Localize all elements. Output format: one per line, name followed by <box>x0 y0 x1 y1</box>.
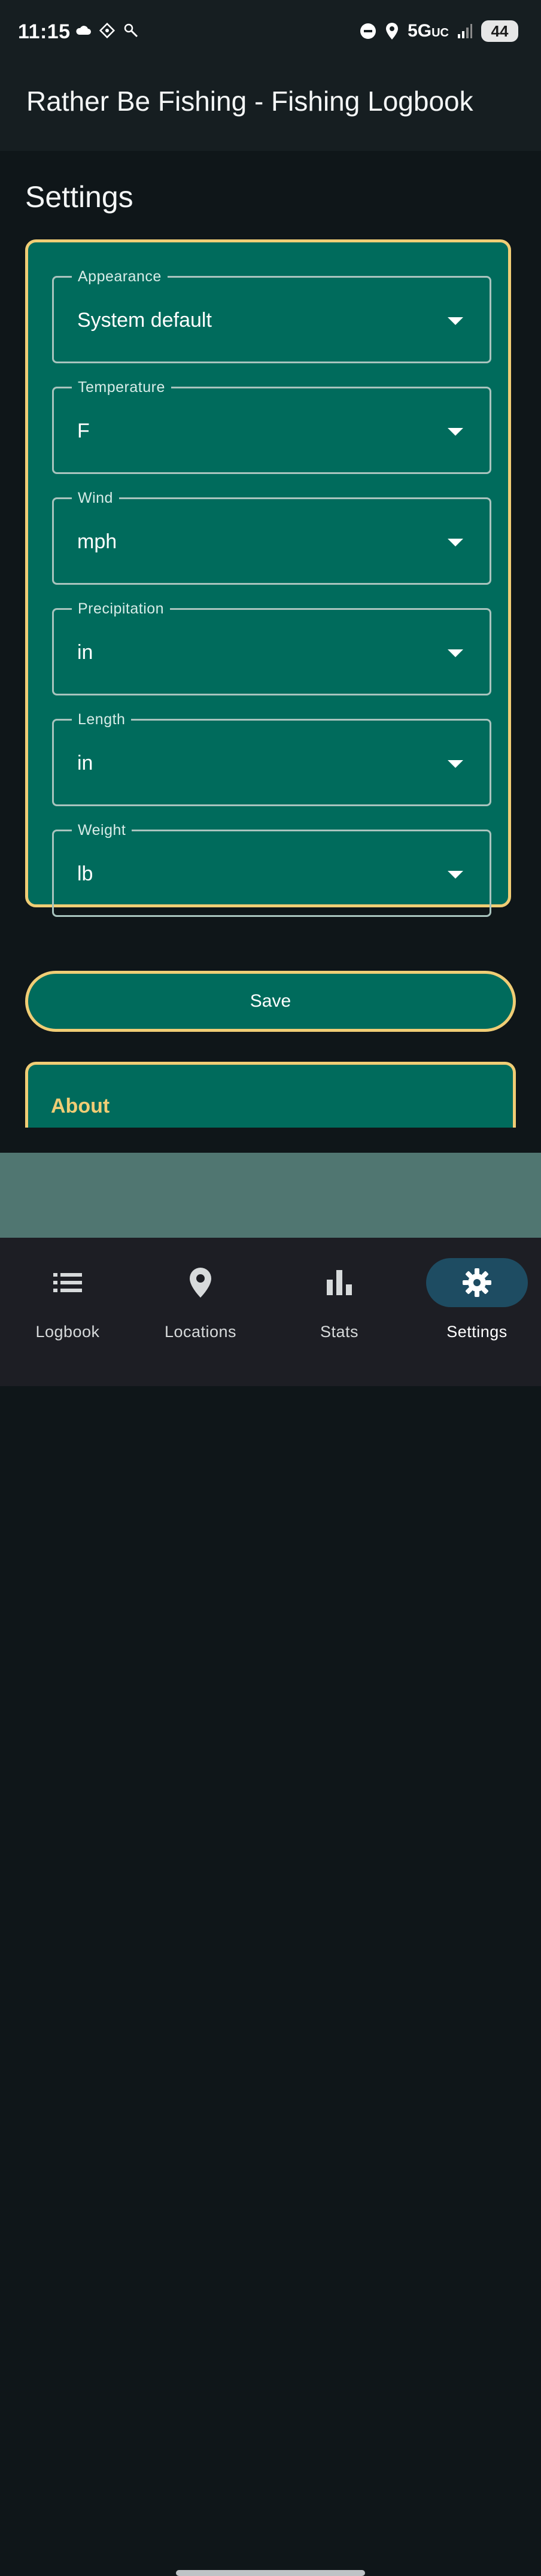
network-label: 5GUC <box>408 21 449 41</box>
dnd-icon <box>360 23 376 39</box>
bottom-navigation: Logbook Locations Stats Settings <box>0 1238 541 2576</box>
caret-down-icon <box>448 871 463 879</box>
caret-down-icon <box>448 428 463 436</box>
caret-down-icon <box>448 649 463 657</box>
signal-icon <box>458 24 472 38</box>
nav-label-stats: Stats <box>320 1323 359 1341</box>
nav-item-logbook[interactable]: Logbook <box>0 1238 135 1357</box>
wind-select[interactable]: Wind mph <box>52 488 491 585</box>
length-label: Length <box>72 710 132 729</box>
status-right: 5GUC 44 <box>360 20 518 42</box>
wind-label: Wind <box>72 488 119 508</box>
page-title: Settings <box>25 180 133 214</box>
nav-item-stats[interactable]: Stats <box>272 1238 407 1357</box>
temperature-label: Temperature <box>72 378 171 397</box>
appearance-value: System default <box>77 309 212 332</box>
settings-content[interactable]: Settings Appearance System default Tempe… <box>0 151 541 1128</box>
location-icon <box>386 23 399 40</box>
precipitation-select[interactable]: Precipitation in <box>52 599 491 695</box>
app-icon <box>99 22 116 39</box>
list-icon <box>53 1273 82 1292</box>
nav-icon-container <box>288 1258 390 1307</box>
banner-area <box>0 1153 541 1238</box>
status-time: 11:15 <box>18 20 71 43</box>
nav-icon-container-active <box>426 1258 528 1307</box>
nav-icon-container <box>17 1258 118 1307</box>
bar-chart-icon <box>327 1270 352 1295</box>
home-indicator[interactable] <box>176 2570 365 2576</box>
nav-item-settings[interactable]: Settings <box>409 1238 541 1357</box>
nav-label-locations: Locations <box>164 1323 237 1341</box>
nav-label-settings: Settings <box>446 1323 507 1341</box>
nav-label-logbook: Logbook <box>35 1323 100 1341</box>
precipitation-label: Precipitation <box>72 599 171 618</box>
save-button[interactable]: Save <box>25 971 516 1032</box>
weight-value: lb <box>77 862 93 885</box>
app-title: Rather Be Fishing - Fishing Logbook <box>26 86 473 117</box>
wind-value: mph <box>77 530 117 553</box>
weight-select[interactable]: Weight lb <box>52 821 491 917</box>
cloud-icon <box>76 26 91 35</box>
caret-down-icon <box>448 760 463 768</box>
status-left-icons <box>74 22 140 40</box>
settings-card: Appearance System default Temperature F … <box>25 239 511 917</box>
flashlight-icon <box>124 23 138 38</box>
length-value: in <box>77 752 93 774</box>
caret-down-icon <box>448 539 463 546</box>
length-select[interactable]: Length in <box>52 710 491 806</box>
precipitation-value: in <box>77 641 93 664</box>
network-suffix: UC <box>431 26 449 40</box>
weight-label: Weight <box>72 821 132 840</box>
temperature-select[interactable]: Temperature F <box>52 378 491 474</box>
about-title: About <box>51 1095 110 1117</box>
battery-level: 44 <box>491 22 509 40</box>
battery-icon: 44 <box>481 20 518 42</box>
nav-icon-container <box>150 1258 251 1307</box>
app-header: Rather Be Fishing - Fishing Logbook <box>0 66 541 151</box>
gear-icon <box>463 1268 491 1297</box>
nav-item-locations[interactable]: Locations <box>133 1238 268 1357</box>
location-pin-icon <box>190 1268 211 1298</box>
temperature-value: F <box>77 420 90 442</box>
appearance-label: Appearance <box>72 267 168 286</box>
appearance-select[interactable]: Appearance System default <box>52 267 491 363</box>
about-card[interactable]: About <box>25 1062 516 1128</box>
status-bar: 11:15 5GUC 44 <box>0 0 541 66</box>
caret-down-icon <box>448 317 463 325</box>
